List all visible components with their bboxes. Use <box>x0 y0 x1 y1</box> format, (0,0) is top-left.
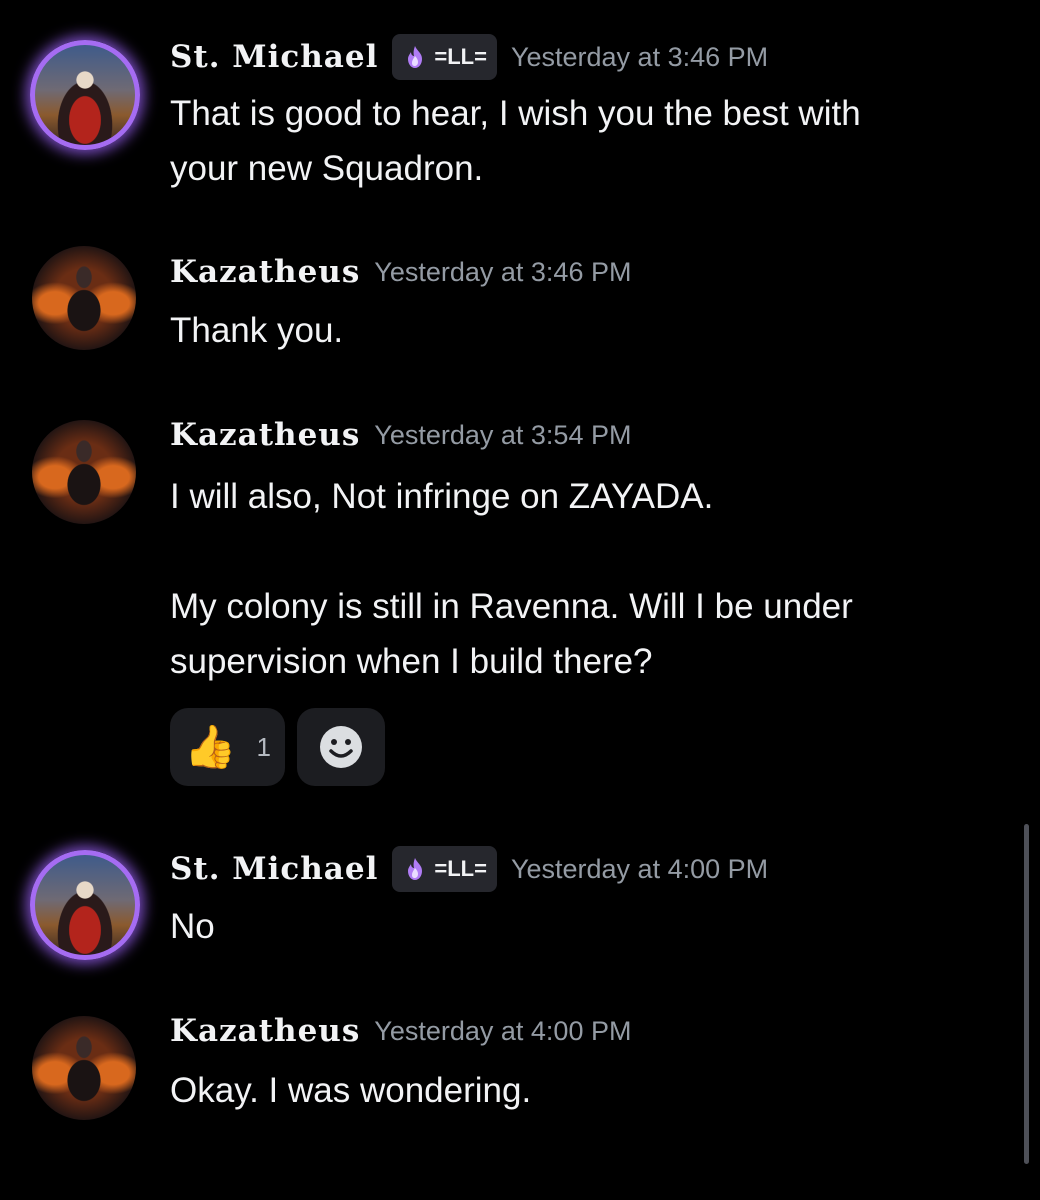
guild-tag[interactable]: =LL= <box>392 846 497 892</box>
username[interactable]: St. Michael <box>170 851 378 887</box>
message-line: your new Squadron. <box>170 149 484 188</box>
message-content: Thank you. <box>170 303 990 358</box>
message-line: My colony is still in Ravenna. Will I be… <box>170 587 853 626</box>
guild-tag-label: =LL= <box>434 44 487 69</box>
username[interactable]: St. Michael <box>170 39 378 75</box>
message-line: That is good to hear, I wish you the bes… <box>170 94 861 133</box>
thumbs-up-icon: 👍 <box>184 723 237 770</box>
avatar-st-michael[interactable] <box>30 850 140 960</box>
avatar-st-michael[interactable] <box>30 40 140 150</box>
message-content: My colony is still in Ravenna. Will I be… <box>170 579 990 689</box>
message-line: Thank you. <box>170 311 344 350</box>
scrollbar[interactable] <box>1024 824 1029 1164</box>
avatar-kazatheus[interactable] <box>32 1016 136 1120</box>
message-content: No <box>170 899 990 954</box>
timestamp: Yesterday at 3:46 PM <box>374 256 632 287</box>
username[interactable]: Kazatheus <box>170 254 360 290</box>
smiley-icon <box>320 726 362 768</box>
message-content: I will also, Not infringe on ZAYADA. <box>170 469 990 524</box>
reaction-count: 1 <box>256 731 271 762</box>
message-content: That is good to hear, I wish you the bes… <box>170 86 990 196</box>
message-line: No <box>170 907 215 946</box>
avatar-kazatheus[interactable] <box>32 420 136 524</box>
timestamp: Yesterday at 4:00 PM <box>510 853 769 884</box>
message-content: Okay. I was wondering. <box>170 1063 990 1118</box>
timestamp: Yesterday at 4:00 PM <box>374 1015 632 1046</box>
message-line: supervision when I build there? <box>170 642 653 681</box>
avatar-kazatheus[interactable] <box>32 246 136 350</box>
guild-tag-label: =LL= <box>434 856 487 881</box>
reaction-thumbs-up[interactable]: 👍 1 <box>170 708 285 786</box>
flame-icon <box>408 858 423 880</box>
add-reaction-button[interactable] <box>297 708 385 786</box>
timestamp: Yesterday at 3:54 PM <box>374 419 632 450</box>
username[interactable]: Kazatheus <box>170 417 360 453</box>
username[interactable]: Kazatheus <box>170 1013 360 1049</box>
reactions-bar: 👍 1 <box>170 708 385 786</box>
message-line: Okay. I was wondering. <box>170 1071 532 1110</box>
timestamp: Yesterday at 3:46 PM <box>510 41 769 72</box>
message-line: I will also, Not infringe on ZAYADA. <box>170 477 714 516</box>
flame-icon <box>408 46 423 68</box>
guild-tag[interactable]: =LL= <box>392 34 497 80</box>
